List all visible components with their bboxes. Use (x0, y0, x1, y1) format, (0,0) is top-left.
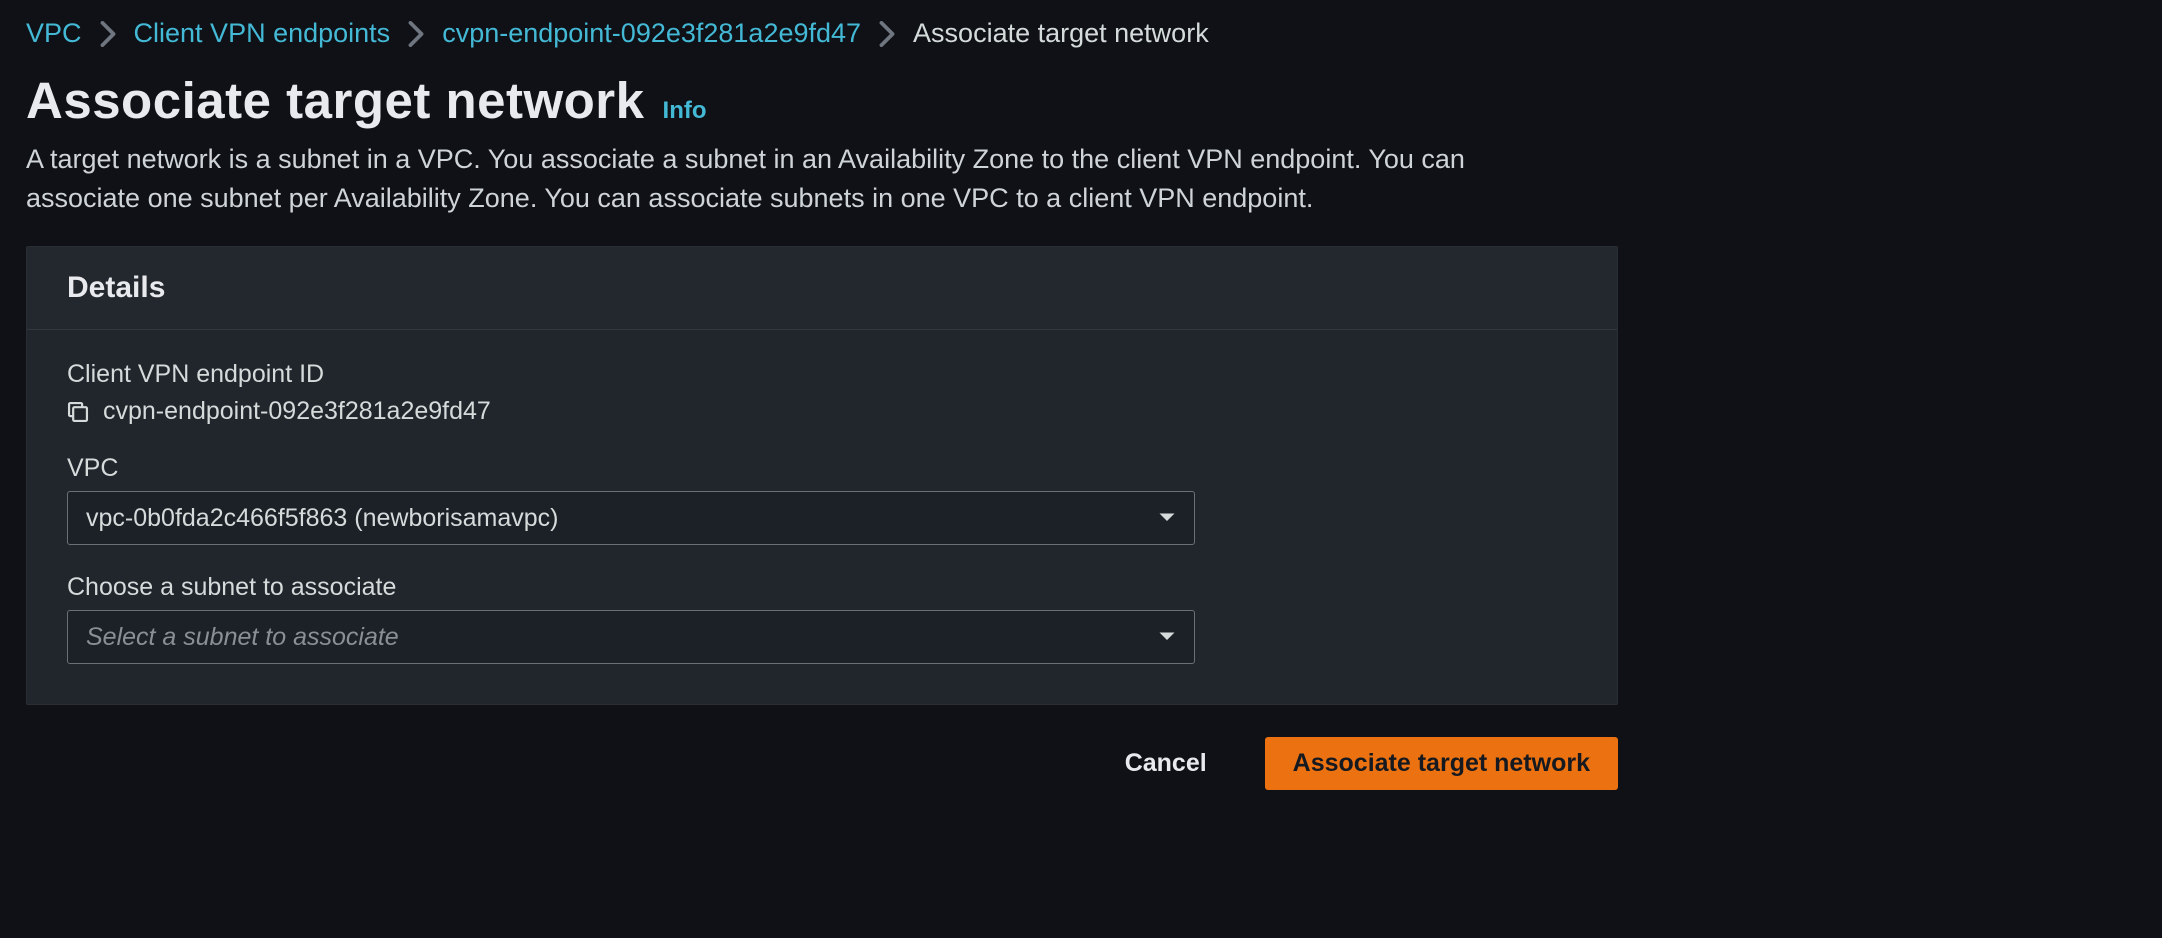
details-panel: Details Client VPN endpoint ID cvpn-endp… (26, 246, 1618, 705)
caret-down-icon (1158, 630, 1176, 644)
breadcrumb-link-client-vpn-endpoints[interactable]: Client VPN endpoints (134, 18, 391, 49)
associate-target-network-button[interactable]: Associate target network (1265, 737, 1618, 790)
chevron-right-icon (879, 21, 895, 47)
endpoint-id-value-row: cvpn-endpoint-092e3f281a2e9fd47 (67, 397, 1577, 426)
breadcrumb: VPC Client VPN endpoints cvpn-endpoint-0… (26, 18, 2136, 49)
subnet-select-placeholder: Select a subnet to associate (86, 623, 399, 652)
subnet-select[interactable]: Select a subnet to associate (67, 610, 1195, 664)
page-title: Associate target network (26, 71, 645, 130)
chevron-right-icon (408, 21, 424, 47)
field-subnet: Choose a subnet to associate Select a su… (67, 573, 1577, 664)
vpc-select-value: vpc-0b0fda2c466f5f863 (newborisamavpc) (86, 504, 559, 533)
field-endpoint-id: Client VPN endpoint ID cvpn-endpoint-092… (67, 360, 1577, 426)
cancel-button[interactable]: Cancel (1097, 737, 1235, 790)
copy-icon[interactable] (67, 401, 89, 423)
actions-row: Cancel Associate target network (26, 737, 1618, 790)
panel-header-title: Details (67, 271, 1577, 305)
endpoint-id-label: Client VPN endpoint ID (67, 360, 1577, 389)
chevron-right-icon (100, 21, 116, 47)
breadcrumb-link-vpc[interactable]: VPC (26, 18, 82, 49)
panel-body: Client VPN endpoint ID cvpn-endpoint-092… (27, 330, 1617, 704)
vpc-label: VPC (67, 454, 1577, 483)
page-title-row: Associate target network Info (26, 71, 2136, 130)
vpc-select[interactable]: vpc-0b0fda2c466f5f863 (newborisamavpc) (67, 491, 1195, 545)
subnet-label: Choose a subnet to associate (67, 573, 1577, 602)
page-description: A target network is a subnet in a VPC. Y… (26, 140, 1586, 218)
caret-down-icon (1158, 511, 1176, 525)
breadcrumb-link-endpoint-id[interactable]: cvpn-endpoint-092e3f281a2e9fd47 (442, 18, 861, 49)
panel-header: Details (27, 247, 1617, 330)
field-vpc: VPC vpc-0b0fda2c466f5f863 (newborisamavp… (67, 454, 1577, 545)
endpoint-id-value: cvpn-endpoint-092e3f281a2e9fd47 (103, 397, 491, 426)
info-link[interactable]: Info (663, 97, 707, 125)
breadcrumb-current: Associate target network (913, 18, 1209, 49)
